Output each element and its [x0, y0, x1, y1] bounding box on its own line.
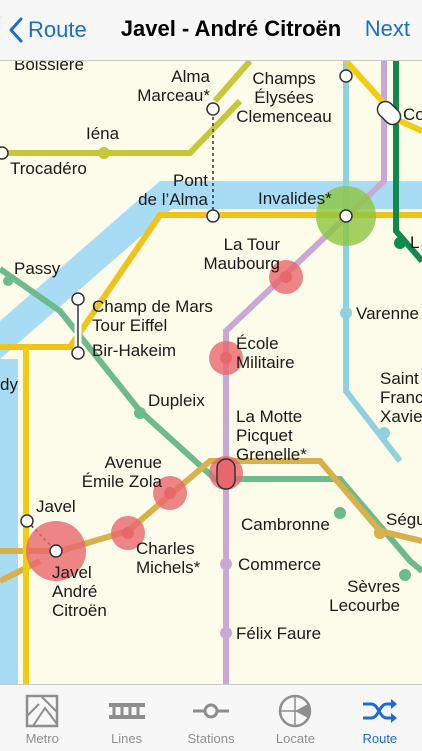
station-latour-maubourg[interactable]: La Tour Maubourg: [190, 235, 280, 273]
station-co[interactable]: Co: [403, 105, 422, 124]
tab-route-label: Route: [362, 731, 398, 746]
station-javel[interactable]: Javel: [36, 497, 76, 516]
metro-map-icon: [22, 693, 62, 729]
page-title: Javel - André Citroën: [120, 16, 342, 41]
station-invalides[interactable]: Invalides*: [258, 189, 332, 208]
station-sevres-lecourbe[interactable]: Sèvres Lecourbe: [316, 577, 400, 615]
tab-metro-label: Metro: [25, 731, 59, 746]
station-dupleix[interactable]: Dupleix: [148, 391, 205, 410]
station-cambronne[interactable]: Cambronne: [241, 515, 330, 534]
station-commerce[interactable]: Commerce: [238, 555, 321, 574]
station-iena[interactable]: Iéna: [86, 124, 119, 143]
locate-icon: [275, 693, 315, 729]
left-river-edge: [0, 359, 18, 684]
station-champs-elysees[interactable]: Champs Élysées Clemenceau: [232, 69, 336, 126]
metro-map[interactable]: Boissière Alma Marceau* Champs Élysées Clem…: [0, 61, 422, 684]
station-champ-de-mars[interactable]: Champ de Mars Tour Eiffel: [92, 297, 213, 335]
tab-route[interactable]: Route: [338, 685, 422, 751]
tab-lines[interactable]: Lines: [84, 685, 168, 751]
station-avenue-zola[interactable]: Avenue Émile Zola: [70, 453, 162, 491]
station-trocadero[interactable]: Trocadéro: [10, 159, 87, 178]
line-12: [393, 61, 422, 263]
stations-icon: [191, 693, 231, 729]
station-alma-marceau[interactable]: Alma Marceau*: [136, 67, 210, 105]
next-button[interactable]: Next: [365, 16, 410, 42]
station-l-edge[interactable]: L: [410, 233, 419, 252]
station-passy[interactable]: Passy: [14, 259, 60, 278]
line-9: [0, 98, 243, 156]
station-varenne[interactable]: Varenne: [356, 304, 419, 323]
station-dy[interactable]: dy: [0, 375, 18, 394]
tab-bar: Metro Lines Stations Locate Route: [0, 684, 422, 751]
station-javel-citroen[interactable]: Javel André Citroën: [52, 563, 107, 620]
station-charles-michels[interactable]: Charles Michels*: [136, 539, 200, 577]
station-la-motte[interactable]: La Motte Picquet Grenelle*: [236, 407, 307, 464]
station-saint-francois[interactable]: Saint Franc Xavie: [380, 369, 422, 426]
station-bir-hakeim[interactable]: Bir-Hakeim: [92, 341, 176, 360]
tab-stations[interactable]: Stations: [169, 685, 253, 751]
station-segur[interactable]: Ségu: [386, 510, 422, 529]
tab-metro[interactable]: Metro: [0, 685, 84, 751]
navigation-bar: Route Javel - André Citroën Next: [0, 0, 422, 61]
station-pont-alma[interactable]: Pont de l’Alma: [126, 171, 208, 209]
lines-icon: [107, 693, 147, 729]
station-boissiere[interactable]: Boissière: [14, 61, 84, 74]
tab-locate-label: Locate: [275, 731, 315, 746]
station-felix-faure[interactable]: Félix Faure: [236, 624, 321, 643]
tab-locate[interactable]: Locate: [253, 685, 337, 751]
route-shuffle-icon: [360, 693, 400, 729]
tab-lines-label: Lines: [111, 731, 143, 746]
tab-stations-label: Stations: [187, 731, 235, 746]
station-ecole-militaire[interactable]: École Militaire: [236, 334, 295, 372]
